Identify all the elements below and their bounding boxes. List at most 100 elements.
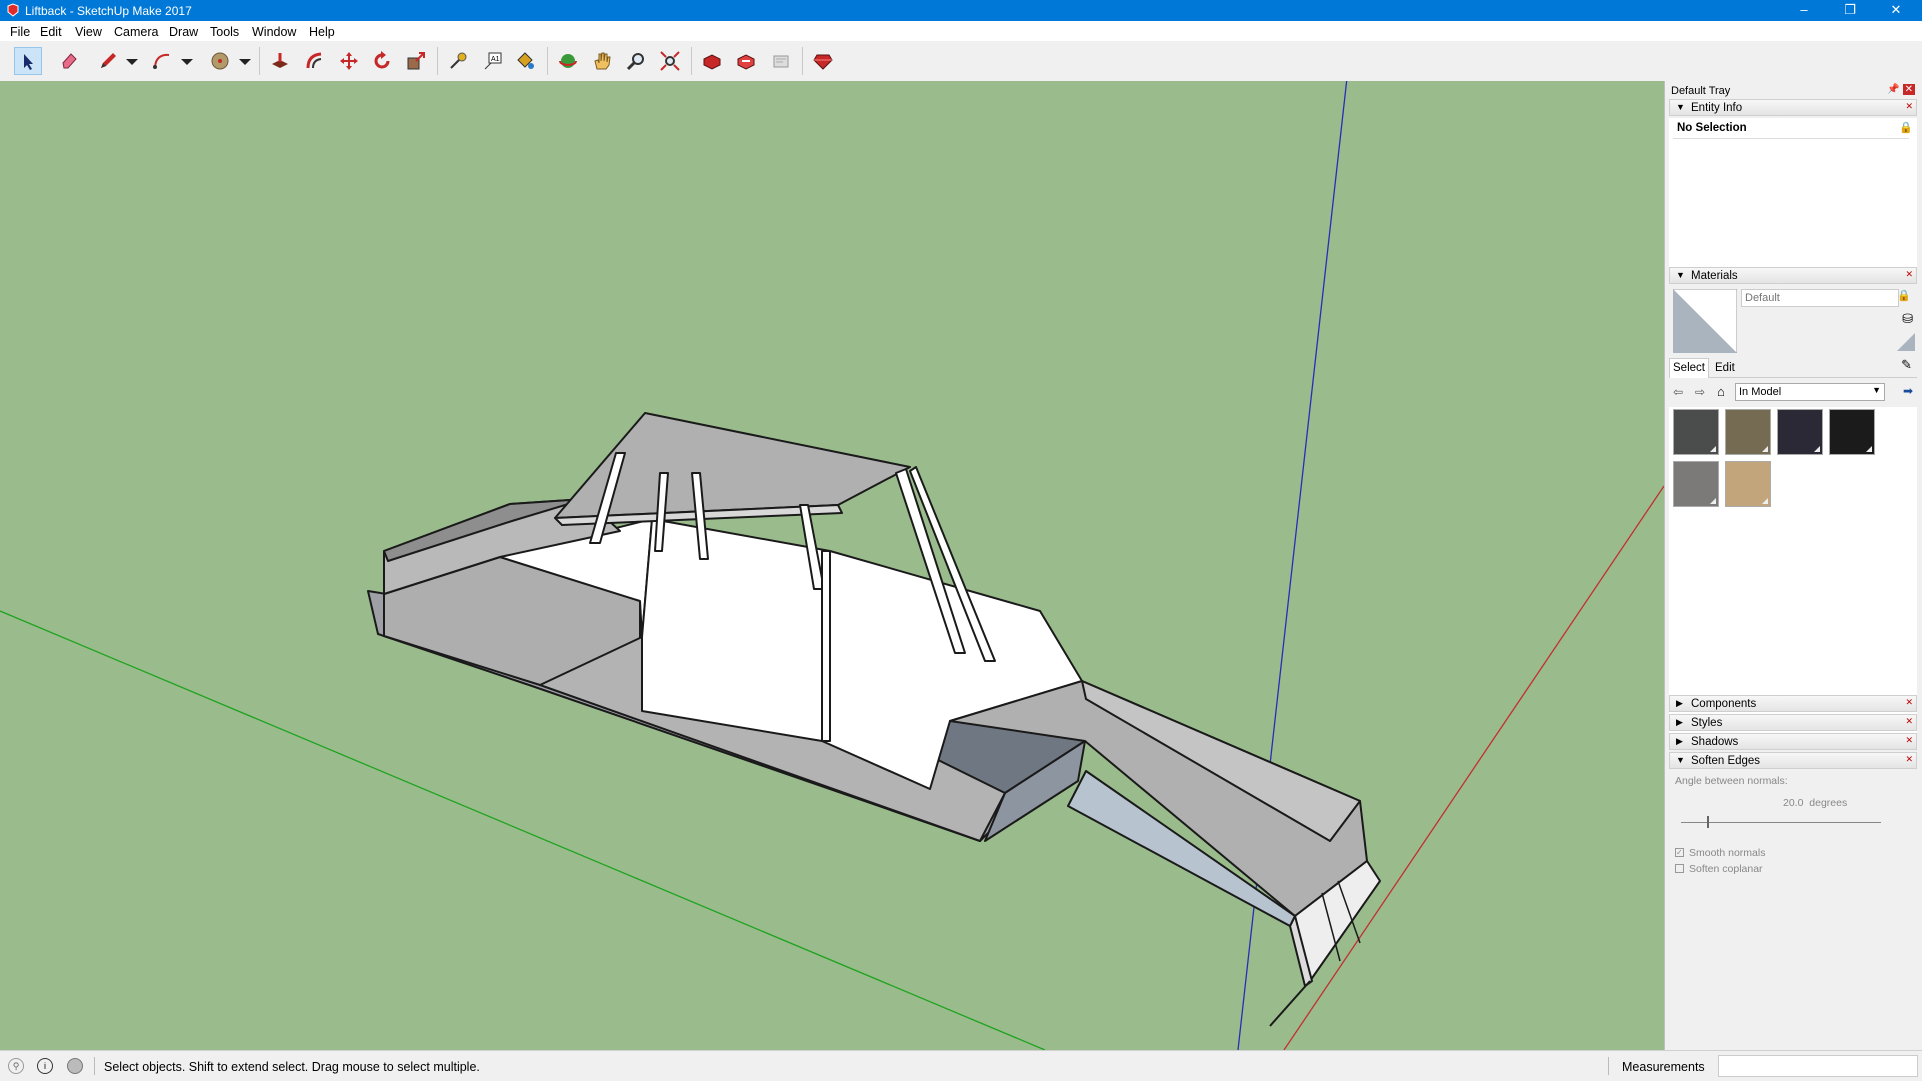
tray-close-icon[interactable]: ✕ [1902, 84, 1915, 95]
title-bar: Liftback - SketchUp Make 2017 – ❐ ✕ [0, 0, 1922, 21]
warehouse-icon[interactable] [698, 47, 726, 75]
tape-measure-icon[interactable] [444, 47, 472, 75]
collapsed-arrow-icon: ▶ [1676, 736, 1683, 746]
arc-icon[interactable] [148, 47, 176, 75]
circle-icon[interactable] [206, 47, 234, 75]
soften-coplanar-checkbox[interactable] [1675, 864, 1684, 873]
tab-select[interactable]: Select [1669, 358, 1709, 378]
soften-edges-header[interactable]: ▼ Soften Edges ✕ [1669, 752, 1917, 769]
red-axis [1283, 485, 1664, 1050]
rotate-icon[interactable] [368, 47, 396, 75]
material-name-input[interactable] [1741, 289, 1899, 307]
styles-header[interactable]: ▶ Styles ✕ [1669, 714, 1917, 731]
material-swatch[interactable] [1725, 461, 1771, 507]
ruby-icon[interactable] [809, 47, 837, 75]
pan-hand-icon[interactable] [588, 47, 616, 75]
material-swatch[interactable] [1673, 461, 1719, 507]
divider [94, 1057, 95, 1075]
car-body-model[interactable] [367, 412, 1381, 1027]
dropdown-arrow-icon[interactable] [235, 47, 251, 75]
close-panel-icon[interactable]: ✕ [1905, 697, 1913, 708]
restore-button[interactable]: ❐ [1830, 0, 1870, 21]
entity-info-body: No Selection 🔒 [1669, 118, 1917, 268]
components-header[interactable]: ▶ Components ✕ [1669, 695, 1917, 712]
material-lock-icon[interactable]: 🔒 [1897, 289, 1911, 302]
material-swatch[interactable] [1777, 409, 1823, 455]
dropdown-arrow-icon[interactable] [177, 47, 193, 75]
materials-header[interactable]: ▼ Materials ✕ [1669, 267, 1917, 284]
home-icon[interactable]: ⌂ [1717, 384, 1725, 399]
material-swatch[interactable] [1829, 409, 1875, 455]
details-arrow-icon[interactable]: ➡ [1903, 384, 1913, 398]
credits-icon[interactable]: i [37, 1058, 53, 1074]
expanded-arrow-icon: ▼ [1676, 102, 1685, 112]
main-toolbar: A1 [0, 41, 1922, 82]
styles-label: Styles [1691, 717, 1723, 729]
default-material-icon[interactable] [1897, 333, 1915, 351]
menu-camera[interactable]: Camera [114, 25, 158, 39]
zoom-extents-icon[interactable] [656, 47, 684, 75]
send-to-layout-icon[interactable] [767, 47, 795, 75]
window-title: Liftback - SketchUp Make 2017 [25, 4, 192, 18]
close-panel-icon[interactable]: ✕ [1905, 735, 1913, 746]
zoom-icon[interactable] [622, 47, 650, 75]
sample-paint-icon[interactable]: ✎ [1901, 357, 1912, 373]
user-account-icon[interactable] [67, 1058, 83, 1074]
angle-slider[interactable] [1681, 822, 1881, 823]
menu-edit[interactable]: Edit [40, 25, 62, 39]
forward-arrow-icon[interactable]: ⇨ [1695, 385, 1705, 399]
material-swatch[interactable] [1725, 409, 1771, 455]
smooth-normals-checkbox[interactable]: ✓ [1675, 848, 1684, 857]
menu-file[interactable]: File [10, 25, 30, 39]
divider [1608, 1057, 1609, 1075]
status-bar: ⚲ i Select objects. Shift to extend sele… [0, 1050, 1922, 1081]
tab-edit[interactable]: Edit [1715, 362, 1735, 374]
menu-view[interactable]: View [75, 25, 102, 39]
close-panel-icon[interactable]: ✕ [1905, 754, 1913, 765]
move-icon[interactable] [335, 47, 363, 75]
push-pull-icon[interactable] [266, 47, 294, 75]
back-arrow-icon[interactable]: ⇦ [1673, 385, 1683, 399]
menu-draw[interactable]: Draw [169, 25, 198, 39]
measurements-input[interactable] [1718, 1055, 1918, 1077]
collection-select[interactable]: In Model ▼ [1735, 383, 1885, 401]
angle-slider-handle[interactable] [1707, 816, 1709, 828]
eraser-icon[interactable] [55, 47, 83, 75]
material-swatch[interactable] [1673, 409, 1719, 455]
pencil-icon[interactable] [94, 47, 122, 75]
selection-status: No Selection [1677, 122, 1747, 134]
tray-pin-icon[interactable]: 📌 ✕ [1887, 84, 1915, 95]
menu-tools[interactable]: Tools [210, 25, 239, 39]
smooth-normals-label: Smooth normals [1689, 847, 1766, 859]
orbit-icon[interactable] [554, 47, 582, 75]
menu-window[interactable]: Window [252, 25, 296, 39]
extension-warehouse-icon[interactable] [732, 47, 760, 75]
menu-help[interactable]: Help [309, 25, 335, 39]
close-panel-icon[interactable]: ✕ [1905, 101, 1913, 112]
minimize-button[interactable]: – [1784, 0, 1824, 21]
chevron-down-icon: ▼ [1872, 385, 1881, 395]
measurements-label: Measurements [1622, 1060, 1705, 1074]
entity-lock-icon[interactable]: 🔒 [1899, 121, 1913, 134]
create-material-icon[interactable]: ⛁ [1902, 311, 1913, 327]
soften-edges-label: Soften Edges [1691, 755, 1761, 767]
paint-bucket-icon[interactable] [511, 47, 539, 75]
angle-label: Angle between normals: [1675, 775, 1788, 787]
entity-info-header[interactable]: ▼ Entity Info ✕ [1669, 99, 1917, 116]
close-button[interactable]: ✕ [1876, 0, 1916, 21]
scale-icon[interactable] [402, 47, 430, 75]
offset-icon[interactable] [301, 47, 329, 75]
shadows-header[interactable]: ▶ Shadows ✕ [1669, 733, 1917, 750]
toolbar-separator [437, 47, 438, 75]
svg-text:A1: A1 [491, 56, 500, 63]
model-scene [0, 81, 1664, 1050]
toolbar-separator [691, 47, 692, 75]
select-arrow-icon[interactable] [14, 47, 42, 75]
collection-value: In Model [1739, 386, 1782, 398]
text-icon[interactable]: A1 [479, 47, 507, 75]
close-panel-icon[interactable]: ✕ [1905, 269, 1913, 280]
close-panel-icon[interactable]: ✕ [1905, 716, 1913, 727]
geo-location-icon[interactable]: ⚲ [8, 1058, 24, 1074]
model-viewport[interactable] [0, 81, 1664, 1050]
dropdown-arrow-icon[interactable] [122, 47, 138, 75]
